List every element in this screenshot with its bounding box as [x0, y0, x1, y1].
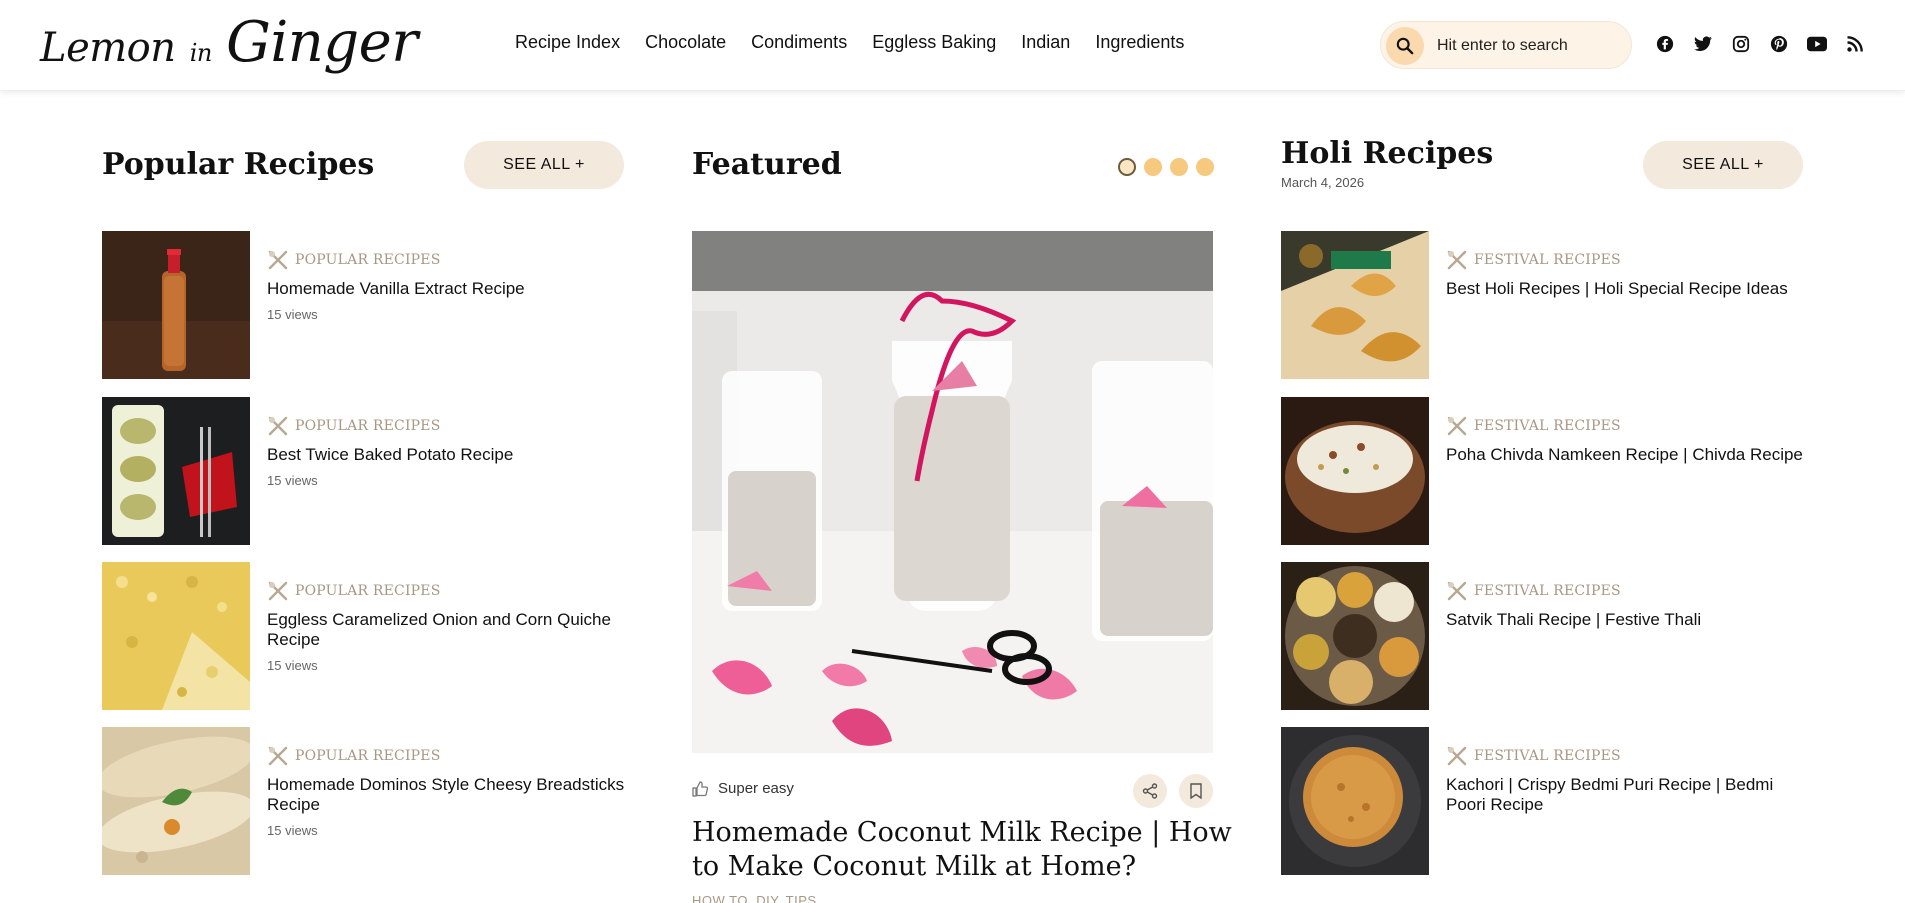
difficulty-meta: Super easy — [692, 780, 794, 797]
thumbs-up-icon — [692, 780, 708, 797]
recipe-thumbnail-thali[interactable] — [1281, 562, 1429, 710]
recipe-thumbnail-quiche[interactable] — [102, 562, 250, 710]
recipe-thumbnail-potato[interactable] — [102, 397, 250, 545]
holi-see-all-button[interactable]: SEE ALL + — [1643, 141, 1803, 189]
popular-see-all-button[interactable]: SEE ALL + — [464, 141, 624, 189]
carousel-dot-2[interactable] — [1144, 158, 1162, 176]
utensils-icon — [268, 250, 288, 270]
search-input[interactable] — [1437, 34, 1622, 58]
recipe-title-link[interactable]: Satvik Thali Recipe | Festive Thali — [1446, 610, 1806, 630]
featured-title: Featured — [692, 147, 842, 182]
category-tag[interactable]: POPULAR RECIPES — [267, 415, 441, 437]
holi-recipes-title: Holi Recipes — [1281, 136, 1494, 171]
utensils-icon — [1447, 746, 1467, 766]
popular-recipe-card[interactable]: POPULAR RECIPES Best Twice Baked Potato … — [102, 397, 622, 545]
site-header: Lemon in Ginger Recipe Index Chocolate C… — [0, 0, 1905, 91]
carousel-dots — [1118, 158, 1222, 176]
holi-recipe-card[interactable]: FESTIVAL RECIPES Satvik Thali Recipe | F… — [1281, 562, 1801, 710]
search-box[interactable] — [1380, 21, 1632, 69]
recipe-title-link[interactable]: Best Twice Baked Potato Recipe — [267, 445, 627, 465]
popular-recipe-card[interactable]: POPULAR RECIPES Homemade Vanilla Extract… — [102, 231, 622, 379]
nav-chocolate[interactable]: Chocolate — [645, 32, 726, 53]
holi-recipe-card[interactable]: FESTIVAL RECIPES Poha Chivda Namkeen Rec… — [1281, 397, 1803, 545]
nav-condiments[interactable]: Condiments — [751, 32, 847, 53]
pinterest-icon[interactable] — [1769, 34, 1789, 54]
carousel-dot-1[interactable] — [1118, 158, 1136, 176]
recipe-thumbnail-vanilla[interactable] — [102, 231, 250, 379]
bookmark-button[interactable] — [1179, 774, 1213, 808]
view-count: 15 views — [267, 473, 318, 488]
category-tag[interactable]: FESTIVAL RECIPES — [1446, 745, 1621, 767]
utensils-icon — [1447, 581, 1467, 601]
rss-icon[interactable] — [1845, 34, 1865, 54]
view-count: 15 views — [267, 823, 318, 838]
recipe-title-link[interactable]: Eggless Caramelized Onion and Corn Quich… — [267, 610, 627, 650]
recipe-thumbnail-holi[interactable] — [1281, 231, 1429, 379]
featured-image[interactable] — [692, 231, 1213, 753]
recipe-thumbnail-chivda[interactable] — [1281, 397, 1429, 545]
holi-recipe-card[interactable]: FESTIVAL RECIPES Kachori | Crispy Bedmi … — [1281, 727, 1801, 875]
featured-post-title[interactable]: Homemade Coconut Milk Recipe | How to Ma… — [692, 816, 1232, 884]
utensils-icon — [1447, 416, 1467, 436]
category-tag[interactable]: FESTIVAL RECIPES — [1446, 580, 1621, 602]
utensils-icon — [1447, 250, 1467, 270]
recipe-title-link[interactable]: Homemade Vanilla Extract Recipe — [267, 279, 627, 299]
recipe-title-link[interactable]: Poha Chivda Namkeen Recipe | Chivda Reci… — [1446, 445, 1806, 465]
bookmark-icon — [1190, 783, 1202, 799]
popular-recipes-title: Popular Recipes — [102, 147, 375, 182]
recipe-thumbnail-kachori[interactable] — [1281, 727, 1429, 875]
nav-indian[interactable]: Indian — [1021, 32, 1070, 53]
popular-recipe-card[interactable]: POPULAR RECIPES Homemade Dominos Style C… — [102, 727, 624, 875]
utensils-icon — [268, 581, 288, 601]
category-tag[interactable]: POPULAR RECIPES — [267, 580, 441, 602]
recipe-title-link[interactable]: Best Holi Recipes | Holi Special Recipe … — [1446, 279, 1806, 299]
share-icon — [1142, 783, 1158, 799]
main-nav: Recipe Index Chocolate Condiments Eggles… — [515, 32, 1209, 53]
holi-date: March 4, 2026 — [1281, 175, 1365, 190]
category-tag[interactable]: POPULAR RECIPES — [267, 249, 441, 271]
site-logo[interactable]: Lemon in Ginger — [40, 10, 418, 82]
nav-recipe-index[interactable]: Recipe Index — [515, 32, 620, 53]
category-tag[interactable]: POPULAR RECIPES — [267, 745, 441, 767]
featured-category[interactable]: HOW TO, DIY, TIPS — [692, 893, 817, 903]
facebook-icon[interactable] — [1655, 34, 1675, 54]
instagram-icon[interactable] — [1731, 34, 1751, 54]
youtube-icon[interactable] — [1807, 34, 1827, 54]
popular-recipe-card[interactable]: POPULAR RECIPES Eggless Caramelized Onio… — [102, 562, 622, 710]
utensils-icon — [268, 416, 288, 436]
twitter-icon[interactable] — [1693, 34, 1713, 54]
view-count: 15 views — [267, 658, 318, 673]
search-icon[interactable] — [1386, 27, 1424, 65]
carousel-dot-3[interactable] — [1170, 158, 1188, 176]
holi-recipe-card[interactable]: FESTIVAL RECIPES Best Holi Recipes | Hol… — [1281, 231, 1801, 379]
share-button[interactable] — [1133, 774, 1167, 808]
nav-ingredients[interactable]: Ingredients — [1095, 32, 1184, 53]
utensils-icon — [268, 746, 288, 766]
category-tag[interactable]: FESTIVAL RECIPES — [1446, 415, 1621, 437]
category-tag[interactable]: FESTIVAL RECIPES — [1446, 249, 1621, 271]
recipe-title-link[interactable]: Kachori | Crispy Bedmi Puri Recipe | Bed… — [1446, 775, 1806, 815]
view-count: 15 views — [267, 307, 318, 322]
recipe-thumbnail-breadsticks[interactable] — [102, 727, 250, 875]
nav-eggless-baking[interactable]: Eggless Baking — [872, 32, 996, 53]
social-links — [1655, 34, 1883, 54]
recipe-title-link[interactable]: Homemade Dominos Style Cheesy Breadstick… — [267, 775, 627, 815]
carousel-dot-4[interactable] — [1196, 158, 1214, 176]
